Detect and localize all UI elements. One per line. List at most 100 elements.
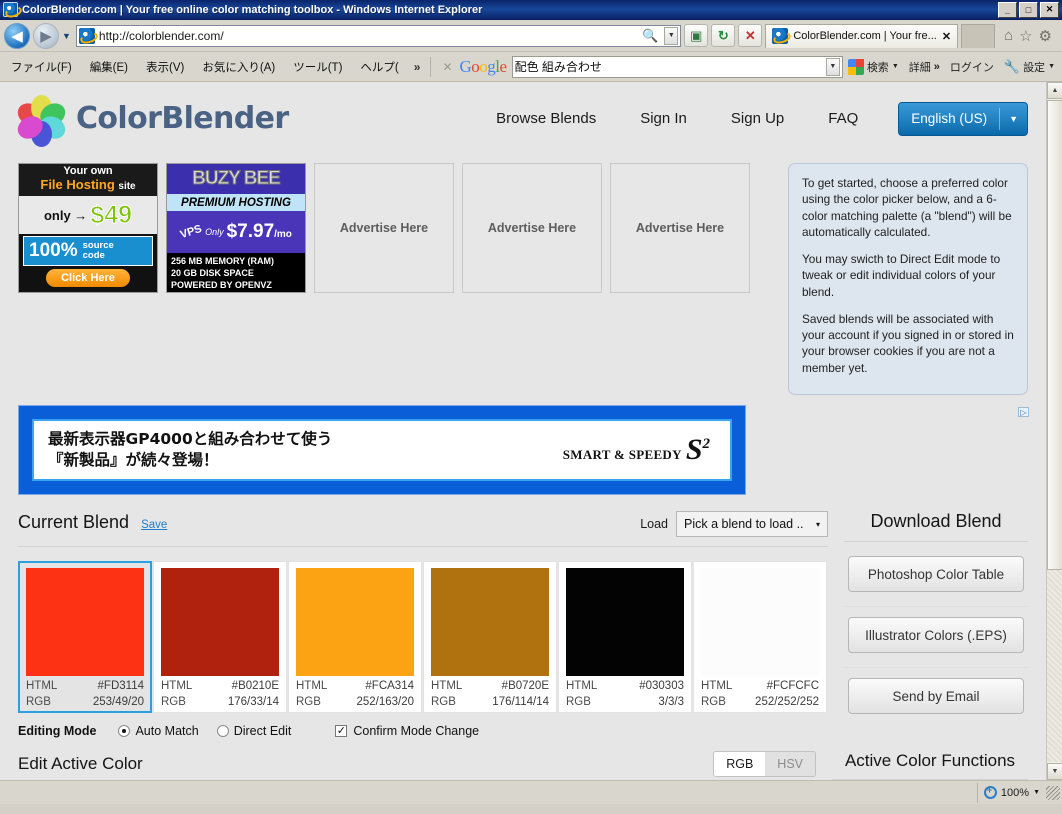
color-swatch-4[interactable]: HTML #B0720E RGB 176/114/14 xyxy=(423,561,557,713)
colorblender-logo-icon[interactable] xyxy=(13,94,70,147)
gear-icon[interactable]: ⚙ xyxy=(1039,27,1052,45)
current-blend-title: Current Blend xyxy=(18,512,130,532)
radio-icon[interactable] xyxy=(216,725,229,737)
new-tab-button[interactable] xyxy=(961,23,996,48)
radio-icon[interactable] xyxy=(118,725,131,737)
tab-hsv[interactable]: HSV xyxy=(765,752,815,776)
history-dropdown-icon[interactable]: ▼ xyxy=(62,31,71,41)
color-swatch-3[interactable]: HTML #FCA314 RGB 252/163/20 xyxy=(288,561,422,713)
ad-placeholder-3[interactable]: Advertise Here xyxy=(610,163,750,293)
radio-direct-edit[interactable]: Direct Edit xyxy=(216,724,291,738)
tab-rgb[interactable]: RGB xyxy=(714,752,766,776)
vertical-scrollbar[interactable]: ▲ ▼ xyxy=(1046,82,1062,780)
swatch-rgb-value: 176/114/14 xyxy=(492,696,549,708)
google-search-dropdown-icon[interactable]: ▼ xyxy=(825,57,840,76)
forward-button[interactable]: ▶ xyxy=(33,22,59,49)
color-swatch-6[interactable]: HTML #FCFCFC RGB 252/252/252 xyxy=(693,561,827,713)
search-icon[interactable]: 🔍 xyxy=(642,28,660,44)
menu-overflow-icon[interactable]: » xyxy=(408,60,427,74)
favorites-star-icon[interactable]: ☆ xyxy=(1019,27,1032,45)
swatch-color-chip[interactable] xyxy=(161,568,279,676)
menu-file[interactable]: ファイル(F) xyxy=(2,55,81,79)
nav-faq[interactable]: FAQ xyxy=(806,110,880,127)
color-swatch-1[interactable]: HTML #FD3114 RGB 253/49/20 xyxy=(18,561,152,713)
ad2-spec3: POWERED BY OPENVZ xyxy=(171,279,272,290)
download-photoshop-button[interactable]: Photoshop Color Table xyxy=(848,556,1024,592)
confirm-mode-change-checkbox[interactable]: ✓ Confirm Mode Change xyxy=(335,724,479,738)
google-more-button[interactable]: 詳細 » xyxy=(904,59,945,75)
swatch-color-chip[interactable] xyxy=(296,568,414,676)
resize-grip[interactable] xyxy=(1046,785,1060,800)
menu-favorites[interactable]: お気に入り(A) xyxy=(193,55,284,79)
google-login-button[interactable]: ログイン xyxy=(945,59,999,75)
url-text[interactable]: http://colorblender.com/ xyxy=(99,29,638,43)
swatch-rgb-key: RGB xyxy=(701,696,726,708)
swatch-color-chip[interactable] xyxy=(701,568,819,676)
save-blend-link[interactable]: Save xyxy=(141,519,167,531)
chevron-down-icon[interactable]: ▼ xyxy=(892,63,899,70)
ad-placeholder-1[interactable]: Advertise Here xyxy=(314,163,454,293)
radio-auto-match[interactable]: Auto Match xyxy=(118,724,199,738)
active-color-functions-title: Active Color Functions xyxy=(832,751,1028,780)
home-icon[interactable]: ⌂ xyxy=(1004,27,1013,45)
url-bar[interactable]: http://colorblender.com/ 🔍 ▼ xyxy=(75,24,682,47)
stop-button[interactable]: ✕ xyxy=(738,24,763,47)
google-search-field[interactable]: 配色 組み合わせ ▼ xyxy=(511,55,843,78)
ad-buzy-bee-hosting[interactable]: BUZY BEE PREMIUM HOSTING VPS Only $7.97/… xyxy=(166,163,306,293)
menu-help[interactable]: ヘルプ( xyxy=(351,55,407,79)
color-swatch-5[interactable]: HTML #030303 RGB 3/3/3 xyxy=(558,561,692,713)
load-blend-select[interactable]: Pick a blend to load .. ▾ xyxy=(676,511,828,537)
ad-file-hosting[interactable]: Your own File Hosting site only → $49 10… xyxy=(18,163,158,293)
banner-jp-line2: 『新製品』が続々登場！ xyxy=(48,451,219,469)
swatch-html-key: HTML xyxy=(296,680,328,692)
swatch-hex-value: #B0720E xyxy=(501,680,549,692)
ad1-cta-button[interactable]: Click Here xyxy=(46,269,130,287)
google-search-button[interactable]: 検索 ▼ xyxy=(843,58,904,75)
swatch-color-chip[interactable] xyxy=(566,568,684,676)
menu-bar: ファイル(F) 編集(E) 表示(V) お気に入り(A) ツール(T) ヘルプ(… xyxy=(0,52,1062,82)
swatch-color-chip[interactable] xyxy=(26,568,144,676)
refresh-button[interactable]: ↻ xyxy=(711,24,736,47)
browser-tab[interactable]: ColorBlender.com | Your fre... ✕ xyxy=(765,23,959,48)
google-search-query[interactable]: 配色 組み合わせ xyxy=(515,58,826,75)
nav-sign-in[interactable]: Sign In xyxy=(618,110,709,127)
menu-edit[interactable]: 編集(E) xyxy=(81,55,137,79)
swatch-rgb-value: 253/49/20 xyxy=(92,696,144,708)
send-by-email-button[interactable]: Send by Email xyxy=(848,678,1024,714)
checkbox-icon[interactable]: ✓ xyxy=(335,725,348,737)
tab-favicon xyxy=(772,28,789,44)
url-dropdown-icon[interactable]: ▼ xyxy=(664,26,679,45)
tab-close-icon[interactable]: ✕ xyxy=(942,30,951,43)
back-button[interactable]: ◀ xyxy=(4,22,30,49)
color-model-tabs: RGB HSV xyxy=(713,751,816,777)
scrollbar-thumb[interactable] xyxy=(1047,100,1062,570)
zoom-control[interactable]: 100% ▼ xyxy=(976,782,1046,803)
chevron-down-icon[interactable]: ▼ xyxy=(1033,789,1040,796)
color-swatch-2[interactable]: HTML #B0210E RGB 176/33/14 xyxy=(153,561,287,713)
menu-tools[interactable]: ツール(T) xyxy=(284,55,351,79)
menu-view[interactable]: 表示(V) xyxy=(137,55,193,79)
language-selector[interactable]: English (US) ▼ xyxy=(898,101,1028,136)
ad1-code: code xyxy=(82,250,105,261)
google-settings-button[interactable]: 🔧 設定 ▼ xyxy=(999,59,1060,75)
banner-jp-line1: 最新表示器GP4000と組み合わせて使う xyxy=(48,430,333,449)
rss-feed-button[interactable]: ▣ xyxy=(684,24,709,47)
adchoices-icon[interactable]: ▷ xyxy=(1018,407,1029,417)
minimize-button[interactable]: _ xyxy=(998,1,1017,18)
confirm-mode-change-label: Confirm Mode Change xyxy=(353,724,480,738)
tab-title: ColorBlender.com | Your fre... xyxy=(793,30,937,42)
banner-ad[interactable]: 最新表示器GP4000と組み合わせて使う 『新製品』が続々登場！ SMART &… xyxy=(18,405,746,495)
maximize-button[interactable]: □ xyxy=(1019,1,1038,18)
chevron-down-icon[interactable]: ▼ xyxy=(1048,63,1055,70)
nav-sign-up[interactable]: Sign Up xyxy=(709,110,806,127)
close-button[interactable]: ✕ xyxy=(1040,1,1059,18)
scroll-up-button[interactable]: ▲ xyxy=(1047,82,1062,99)
download-illustrator-button[interactable]: Illustrator Colors (.EPS) xyxy=(848,617,1024,653)
chevron-down-icon[interactable]: ▼ xyxy=(1000,114,1027,124)
scrollbar-track[interactable] xyxy=(1047,570,1062,762)
swatch-color-chip[interactable] xyxy=(431,568,549,676)
nav-browse-blends[interactable]: Browse Blends xyxy=(474,110,618,127)
scroll-down-button[interactable]: ▼ xyxy=(1047,763,1062,780)
ad-placeholder-2[interactable]: Advertise Here xyxy=(462,163,602,293)
google-toolbar-close-icon[interactable]: ✕ xyxy=(435,60,459,74)
